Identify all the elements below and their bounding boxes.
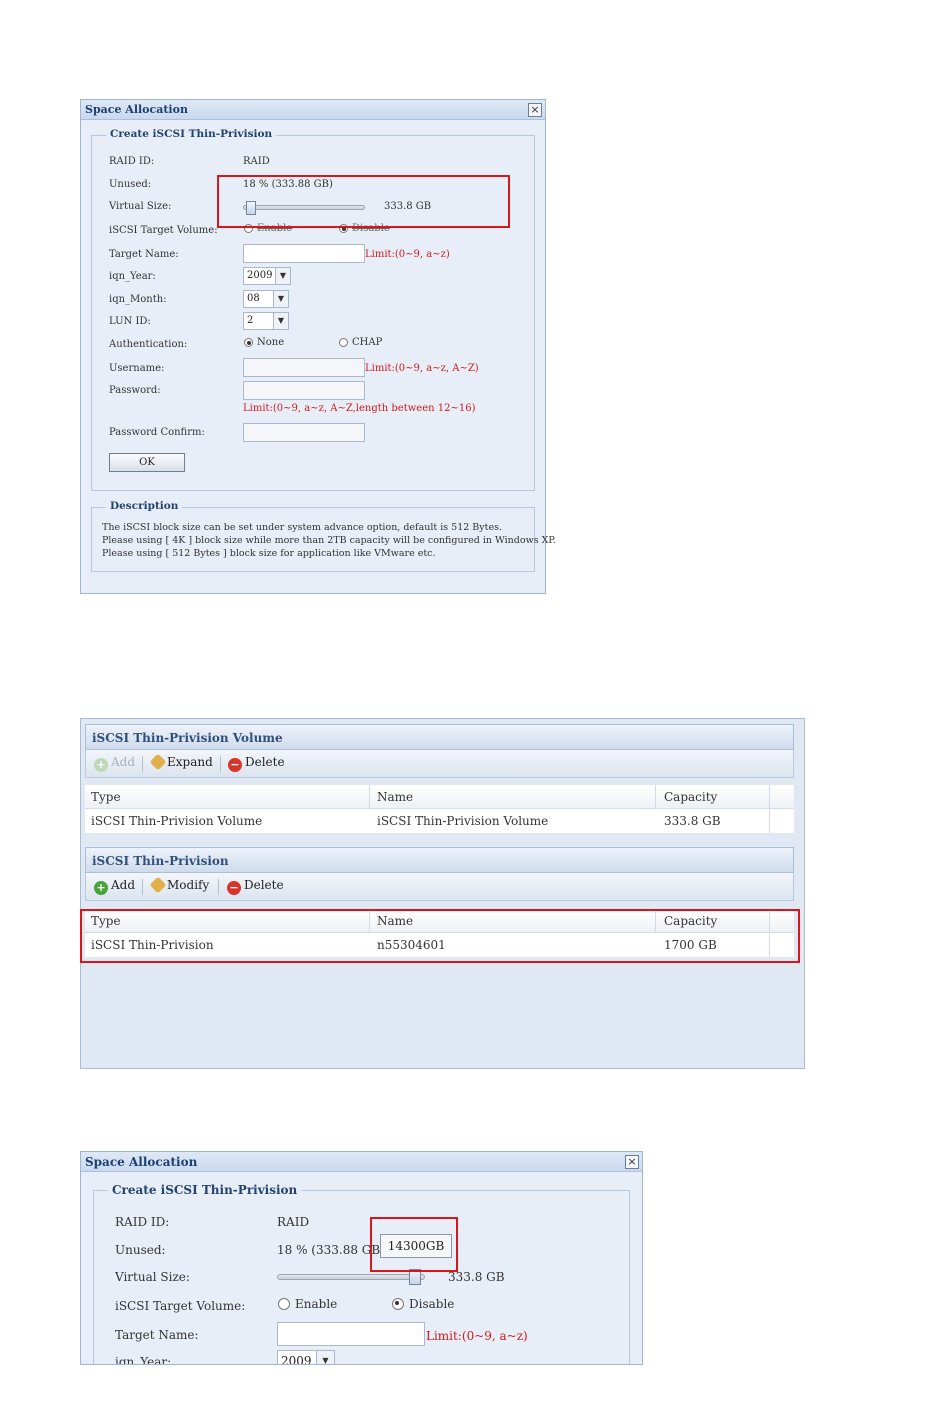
disable-radio-label: Disable	[409, 1297, 455, 1311]
description-line-3: Please using [ 512 Bytes ] block size fo…	[102, 548, 436, 559]
target-volume-label: iSCSI Target Volume:	[109, 225, 218, 236]
highlight-box	[370, 1217, 458, 1272]
gear-icon	[149, 876, 167, 894]
iqn-year-label: iqn_Year:	[115, 1355, 172, 1365]
lun-id-select[interactable]: 2 ▼	[243, 312, 289, 330]
thin-provision-panel: iSCSI Thin-Privision Volume + Add Expand …	[80, 718, 805, 1069]
cell-name: iSCSI Thin-Privision Volume	[377, 814, 549, 828]
cell-capacity: 333.8 GB	[664, 814, 721, 828]
iqn-year-value: 2009	[281, 1354, 312, 1365]
description-line-1: The iSCSI block size can be set under sy…	[102, 522, 502, 533]
volume-toolbar: + Add Expand − Delete	[85, 750, 794, 778]
dialog-title: Space Allocation	[81, 100, 545, 120]
expand-button[interactable]: Expand	[149, 753, 213, 771]
space-allocation-dialog-2: Space Allocation × Create iSCSI Thin-Pri…	[80, 1151, 643, 1365]
auth-none-radio[interactable]	[244, 338, 253, 347]
username-label: Username:	[109, 363, 165, 374]
add-volume-button[interactable]: + Add	[94, 755, 135, 772]
username-limit: Limit:(0~9, a~z, A~Z)	[365, 363, 479, 374]
dialog-title: Space Allocation	[81, 1152, 642, 1172]
lun-id-value: 2	[247, 315, 254, 326]
add-icon: +	[94, 881, 108, 895]
column-name[interactable]: Name	[371, 785, 413, 809]
target-name-input[interactable]	[277, 1322, 425, 1346]
auth-chap-radio[interactable]	[339, 338, 348, 347]
delete-icon: −	[228, 758, 242, 772]
space-allocation-dialog-1: Space Allocation × Create iSCSI Thin-Pri…	[80, 99, 556, 594]
iqn-year-label: iqn_Year:	[109, 271, 156, 282]
volume-section-header: iSCSI Thin-Privision Volume	[85, 724, 794, 750]
chevron-down-icon: ▼	[273, 313, 288, 329]
description-legend: Description	[106, 500, 183, 512]
raid-id-value: RAID	[243, 156, 270, 167]
iqn-month-label: iqn_Month:	[109, 294, 167, 305]
password-confirm-input[interactable]	[243, 423, 365, 442]
target-name-input[interactable]	[243, 244, 365, 263]
unused-label: Unused:	[115, 1243, 166, 1257]
virtual-size-label: Virtual Size:	[115, 1270, 190, 1284]
highlight-box	[217, 175, 510, 228]
fieldset-legend: Create iSCSI Thin-Privision	[108, 1183, 302, 1197]
unused-value: 18 % (333.88 GB	[277, 1243, 381, 1257]
target-name-label: Target Name:	[115, 1328, 199, 1342]
target-name-limit: Limit:(0~9, a~z)	[365, 249, 450, 260]
virtual-size-label: Virtual Size:	[109, 201, 172, 212]
iqn-month-select[interactable]: 08 ▼	[243, 290, 289, 308]
enable-radio-label: Enable	[295, 1297, 338, 1311]
close-icon[interactable]: ×	[625, 1155, 639, 1169]
close-icon[interactable]: ×	[528, 103, 542, 117]
modify-button[interactable]: Modify	[149, 876, 209, 894]
chevron-down-icon: ▼	[275, 268, 290, 284]
delete-button[interactable]: − Delete	[227, 878, 284, 895]
iqn-year-select[interactable]: 2009 ▼	[243, 267, 291, 285]
chevron-down-icon: ▼	[273, 291, 288, 307]
virtual-size-value: 333.8 GB	[448, 1270, 505, 1284]
gear-icon	[149, 753, 167, 771]
ok-button[interactable]: OK	[109, 453, 185, 472]
target-name-limit: Limit:(0~9, a~z)	[426, 1329, 528, 1343]
enable-radio[interactable]	[278, 1298, 290, 1310]
disable-radio[interactable]	[392, 1298, 404, 1310]
target-volume-label: iSCSI Target Volume:	[115, 1299, 246, 1313]
lun-id-label: LUN ID:	[109, 316, 151, 327]
password-limit: Limit:(0~9, a~z, A~Z,length between 12~1…	[243, 403, 476, 414]
authentication-label: Authentication:	[109, 339, 188, 350]
unused-label: Unused:	[109, 179, 152, 190]
description-line-2: Please using [ 4K ] block size while mor…	[102, 535, 556, 546]
column-type[interactable]: Type	[85, 785, 121, 809]
password-label: Password:	[109, 385, 161, 396]
chevron-down-icon: ▼	[316, 1351, 334, 1364]
volume-grid-header: Type Name Capacity	[85, 785, 794, 809]
password-input[interactable]	[243, 381, 365, 400]
highlight-box	[80, 909, 800, 963]
raid-id-label: RAID ID:	[109, 156, 155, 167]
auth-chap-label: CHAP	[352, 337, 383, 348]
thin-provision-section-header: iSCSI Thin-Privision	[85, 847, 794, 873]
virtual-size-slider[interactable]	[277, 1274, 425, 1280]
password-confirm-label: Password Confirm:	[109, 427, 205, 438]
username-input[interactable]	[243, 358, 365, 377]
column-capacity[interactable]: Capacity	[658, 785, 717, 809]
add-button[interactable]: + Add	[94, 878, 135, 895]
fieldset-legend: Create iSCSI Thin-Privision	[106, 128, 277, 140]
raid-id-value: RAID	[277, 1215, 310, 1229]
thin-provision-toolbar: + Add Modify − Delete	[85, 873, 794, 901]
delete-volume-button[interactable]: − Delete	[228, 755, 285, 772]
iqn-year-select[interactable]: 2009 ▼	[277, 1350, 335, 1365]
cell-type: iSCSI Thin-Privision Volume	[91, 814, 263, 828]
table-row[interactable]: iSCSI Thin-Privision Volume iSCSI Thin-P…	[85, 809, 794, 833]
iqn-month-value: 08	[247, 293, 260, 304]
raid-id-label: RAID ID:	[115, 1215, 170, 1229]
target-name-label: Target Name:	[109, 249, 179, 260]
delete-icon: −	[227, 881, 241, 895]
auth-none-label: None	[257, 337, 285, 348]
add-icon: +	[94, 758, 108, 772]
iqn-year-value: 2009	[247, 270, 273, 281]
